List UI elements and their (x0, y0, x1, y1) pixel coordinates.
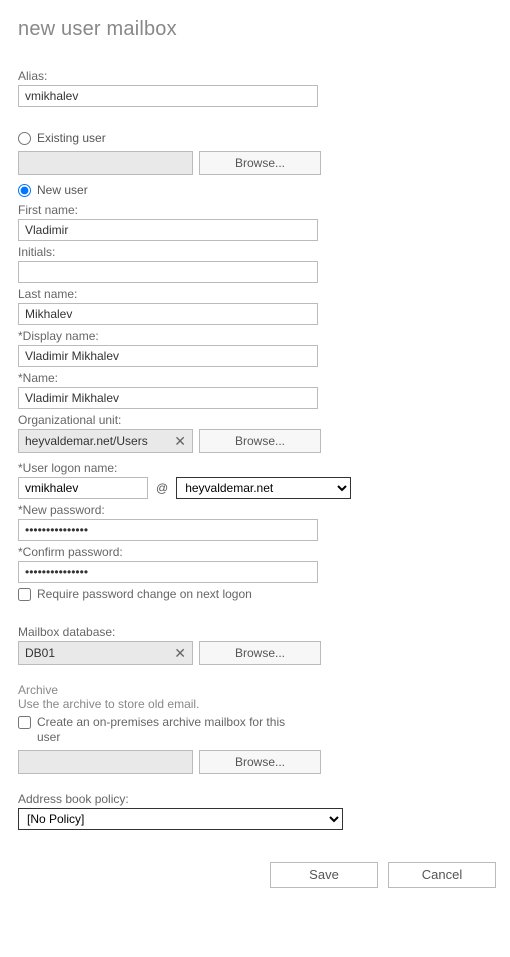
first-name-input[interactable] (18, 219, 318, 241)
alias-input[interactable] (18, 85, 318, 107)
mailbox-db-browse-button[interactable]: Browse... (199, 641, 321, 665)
mailbox-db-picker: DB01 ✕ (18, 641, 193, 665)
ou-value: heyvaldemar.net/Users (25, 434, 148, 448)
initials-label: Initials: (18, 245, 500, 259)
require-pwd-change-label: Require password change on next logon (37, 587, 252, 603)
new-user-radio[interactable] (18, 184, 31, 197)
display-name-input[interactable] (18, 345, 318, 367)
ou-browse-button[interactable]: Browse... (199, 429, 321, 453)
abp-label: Address book policy: (18, 792, 500, 806)
mailbox-db-label: Mailbox database: (18, 625, 500, 639)
ou-label: Organizational unit: (18, 413, 500, 427)
save-button[interactable]: Save (270, 862, 378, 888)
mailbox-db-clear-icon[interactable]: ✕ (172, 646, 188, 660)
initials-input[interactable] (18, 261, 318, 283)
page-title: new user mailbox (18, 18, 500, 41)
alias-label: Alias: (18, 69, 500, 83)
new-user-label: New user (37, 183, 88, 197)
require-pwd-change-checkbox[interactable] (18, 588, 31, 601)
logon-at-sign: @ (156, 481, 168, 495)
confirm-password-label: *Confirm password: (18, 545, 500, 559)
cancel-button[interactable]: Cancel (388, 862, 496, 888)
archive-db-picker (18, 750, 193, 774)
name-label: *Name: (18, 371, 500, 385)
logon-label: *User logon name: (18, 461, 500, 475)
new-password-label: *New password: (18, 503, 500, 517)
existing-user-browse-button[interactable]: Browse... (199, 151, 321, 175)
new-password-input[interactable] (18, 519, 318, 541)
abp-select[interactable]: [No Policy] (18, 808, 343, 830)
ou-clear-icon[interactable]: ✕ (172, 434, 188, 448)
display-name-label: *Display name: (18, 329, 500, 343)
ou-picker: heyvaldemar.net/Users ✕ (18, 429, 193, 453)
archive-hint: Use the archive to store old email. (18, 697, 500, 711)
mailbox-db-value: DB01 (25, 646, 55, 660)
existing-user-label: Existing user (37, 131, 106, 145)
archive-create-label: Create an on-premises archive mailbox fo… (37, 715, 307, 746)
logon-local-input[interactable] (18, 477, 148, 499)
archive-browse-button[interactable]: Browse... (199, 750, 321, 774)
confirm-password-input[interactable] (18, 561, 318, 583)
last-name-label: Last name: (18, 287, 500, 301)
existing-user-picker (18, 151, 193, 175)
archive-label: Archive (18, 683, 500, 697)
first-name-label: First name: (18, 203, 500, 217)
logon-domain-select[interactable]: heyvaldemar.net (176, 477, 351, 499)
last-name-input[interactable] (18, 303, 318, 325)
archive-create-checkbox[interactable] (18, 716, 31, 729)
name-input[interactable] (18, 387, 318, 409)
existing-user-radio[interactable] (18, 132, 31, 145)
